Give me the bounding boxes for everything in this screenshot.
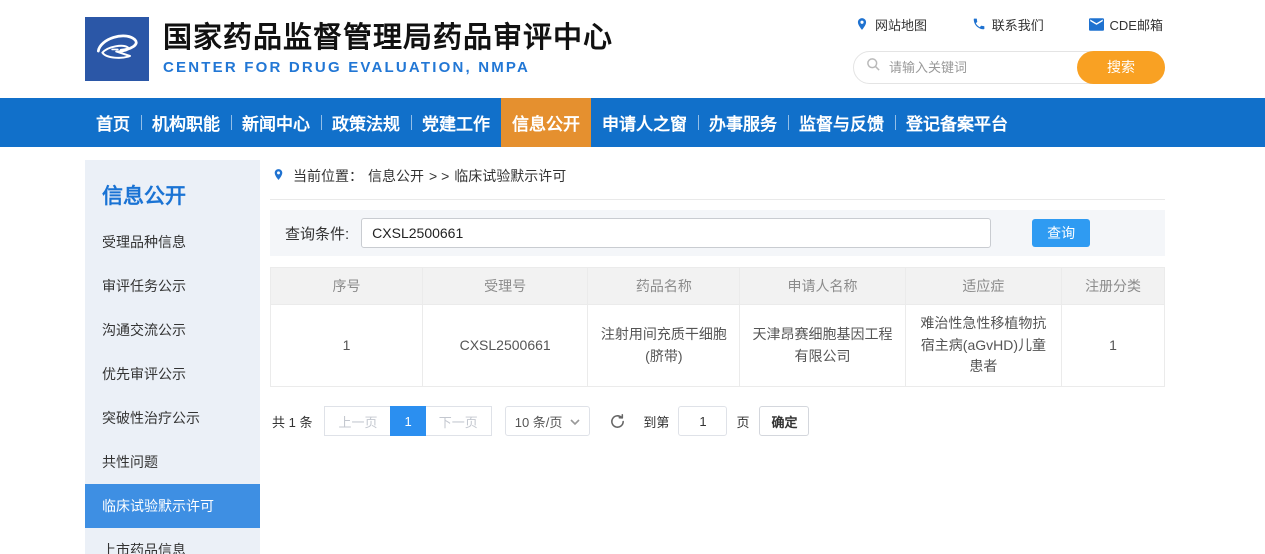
site-search: 搜索 [853, 51, 1165, 84]
prev-page-button[interactable]: 上一页 [324, 406, 390, 436]
location-pin-icon [272, 167, 288, 185]
sidebar-item[interactable]: 上市药品信息 [85, 528, 260, 554]
main-area: 信息公开 受理品种信息 审评任务公示 沟通交流公示 优先审评公示 突破性治疗公示… [0, 147, 1265, 554]
nav-item[interactable]: 党建工作 [411, 98, 501, 147]
table-header-cell: 序号 [271, 268, 423, 305]
next-page-button[interactable]: 下一页 [426, 406, 492, 436]
contact-us-link[interactable]: 联系我们 [972, 15, 1044, 34]
pagination: 共 1 条 上一页 1 下一页 10 条/页 到第 页 确定 [270, 406, 1165, 436]
swan-logo-icon [91, 21, 143, 78]
site-subtitle: CENTER FOR DRUG EVALUATION, NMPA [163, 59, 613, 76]
header-right: 网站地图 联系我们 CDE邮箱 搜索 [853, 15, 1165, 84]
nav-item[interactable]: 申请人之窗 [591, 98, 698, 147]
site-search-input[interactable] [889, 60, 1077, 75]
sidebar-item[interactable]: 共性问题 [85, 440, 260, 484]
cde-mail-link-label: CDE邮箱 [1110, 15, 1163, 34]
location-pin-icon [855, 17, 869, 31]
goto-page-prefix: 到第 [643, 412, 669, 431]
query-bar: 查询条件: 查询 [270, 210, 1165, 256]
site-header: 国家药品监督管理局药品审评中心 CENTER FOR DRUG EVALUATI… [0, 0, 1265, 98]
main-nav: 首页 机构职能 新闻中心 政策法规 党建工作 信息公开 申请人之窗 办事服务 监… [0, 98, 1265, 147]
query-button[interactable]: 查询 [1032, 219, 1090, 247]
goto-page-suffix: 页 [736, 412, 749, 431]
nav-item[interactable]: 办事服务 [698, 98, 788, 147]
envelope-icon [1089, 18, 1104, 31]
quick-links: 网站地图 联系我们 CDE邮箱 [853, 15, 1165, 34]
cde-logo [85, 17, 149, 81]
breadcrumb-separator: > > [429, 168, 449, 184]
contact-us-link-label: 联系我们 [992, 15, 1044, 34]
sidebar-item[interactable]: 优先审评公示 [85, 352, 260, 396]
page-size-value: 10 条/页 [515, 412, 563, 431]
breadcrumb-section[interactable]: 信息公开 [368, 166, 424, 186]
total-count: 共 1 条 [272, 412, 312, 431]
search-icon [866, 57, 881, 77]
nav-item[interactable]: 登记备案平台 [895, 98, 1019, 147]
table-cell: 1 [1062, 305, 1165, 387]
breadcrumb-prefix: 当前位置： [293, 166, 363, 186]
site-title: 国家药品监督管理局药品审评中心 [163, 22, 613, 55]
table-body: 1CXSL2500661注射用间充质干细胞(脐带)天津昂赛细胞基因工程有限公司难… [271, 305, 1165, 387]
table-header-cell: 注册分类 [1062, 268, 1165, 305]
sidebar-item[interactable]: 审评任务公示 [85, 264, 260, 308]
sidebar-item[interactable]: 沟通交流公示 [85, 308, 260, 352]
sidebar-menu: 受理品种信息 审评任务公示 沟通交流公示 优先审评公示 突破性治疗公示 共性问题… [85, 220, 260, 554]
goto-page-input[interactable] [678, 406, 727, 436]
site-search-button[interactable]: 搜索 [1077, 51, 1165, 84]
query-input[interactable] [361, 218, 991, 248]
table-cell: CXSL2500661 [422, 305, 587, 387]
table-cell: 天津昂赛细胞基因工程有限公司 [740, 305, 905, 387]
table-header-cell: 适应症 [905, 268, 1061, 305]
cde-mail-link[interactable]: CDE邮箱 [1089, 15, 1163, 34]
sidebar-item[interactable]: 突破性治疗公示 [85, 396, 260, 440]
breadcrumb-current: 临床试验默示许可 [454, 166, 566, 186]
phone-icon [972, 17, 986, 31]
table-cell: 注射用间充质干细胞(脐带) [588, 305, 740, 387]
table-header-cell: 受理号 [422, 268, 587, 305]
site-title-block: 国家药品监督管理局药品审评中心 CENTER FOR DRUG EVALUATI… [163, 22, 613, 76]
table-header-cell: 药品名称 [588, 268, 740, 305]
sitemap-link-label: 网站地图 [875, 15, 927, 34]
table-cell: 难治性急性移植物抗宿主病(aGvHD)儿童患者 [905, 305, 1061, 387]
sidebar-item[interactable]: 临床试验默示许可 [85, 484, 260, 528]
nav-item[interactable]: 信息公开 [501, 98, 591, 147]
content-area: 当前位置： 信息公开 > > 临床试验默示许可 查询条件: 查询 序号受理号药品… [270, 160, 1165, 554]
results-table: 序号受理号药品名称申请人名称适应症注册分类 1CXSL2500661注射用间充质… [270, 267, 1165, 387]
page-size-select[interactable]: 10 条/页 [505, 406, 591, 436]
table-header-row: 序号受理号药品名称申请人名称适应症注册分类 [271, 268, 1165, 305]
nav-item[interactable]: 机构职能 [141, 98, 231, 147]
current-page-button[interactable]: 1 [390, 406, 425, 436]
nav-item[interactable]: 新闻中心 [231, 98, 321, 147]
table-header-cell: 申请人名称 [740, 268, 905, 305]
query-label: 查询条件: [285, 223, 349, 244]
sidebar-title: 信息公开 [85, 168, 260, 220]
nav-item[interactable]: 监督与反馈 [788, 98, 895, 147]
nav-item[interactable]: 政策法规 [321, 98, 411, 147]
nav-item[interactable]: 首页 [85, 98, 141, 147]
table-row: 1CXSL2500661注射用间充质干细胞(脐带)天津昂赛细胞基因工程有限公司难… [271, 305, 1165, 387]
sidebar: 信息公开 受理品种信息 审评任务公示 沟通交流公示 优先审评公示 突破性治疗公示… [85, 160, 260, 554]
sidebar-item[interactable]: 受理品种信息 [85, 220, 260, 264]
confirm-button[interactable]: 确定 [759, 406, 809, 436]
chevron-down-icon [570, 414, 580, 429]
refresh-icon[interactable] [609, 413, 626, 430]
table-cell: 1 [271, 305, 423, 387]
sitemap-link[interactable]: 网站地图 [855, 15, 927, 34]
breadcrumb: 当前位置： 信息公开 > > 临床试验默示许可 [270, 160, 1165, 200]
